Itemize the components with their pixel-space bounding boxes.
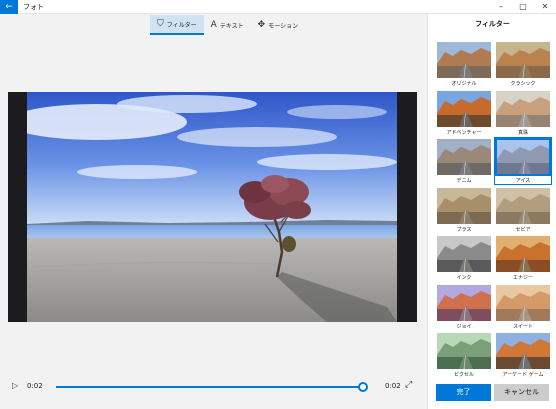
filter-thumbnail	[496, 333, 550, 369]
filter-label: オリジナル	[451, 81, 477, 87]
close-icon: ✕	[541, 2, 549, 11]
tab-text-label: テキスト	[219, 22, 244, 30]
tab-text[interactable]: A テキスト	[204, 15, 251, 35]
filter-label: ピクセル	[453, 372, 474, 378]
back-arrow-icon: ←	[5, 2, 13, 12]
filter-option-sweet[interactable]: スイート	[496, 284, 550, 330]
back-button[interactable]: ←	[0, 0, 18, 14]
done-button[interactable]: 完了	[436, 384, 491, 401]
filter-label: クラシック	[510, 81, 536, 87]
title-bar: ← フォト – □ ✕	[0, 0, 556, 14]
filter-thumbnail	[496, 284, 550, 321]
filter-thumbnail	[437, 236, 491, 272]
motion-icon: ✥	[257, 20, 266, 30]
filter-option-warm[interactable]: クラシック	[496, 42, 550, 87]
expand-icon: ⤢	[405, 380, 413, 390]
filter-label: アーケード ゲーム	[502, 372, 544, 378]
tab-motion-label: モーション	[268, 22, 299, 30]
filter-thumbnail	[437, 284, 491, 321]
filter-label: ブラス	[456, 226, 472, 233]
minimize-button[interactable]: –	[490, 0, 512, 14]
filter-thumbnail	[437, 139, 491, 175]
seek-progress	[56, 386, 363, 388]
filter-option-energy[interactable]: エナジー	[496, 236, 550, 281]
filter-option-vivid[interactable]: アドベンチャー	[437, 90, 491, 136]
minimize-icon: –	[499, 2, 503, 11]
tab-filter[interactable]: ⛉ フィルター	[150, 15, 204, 35]
filter-label: アイス	[515, 178, 531, 184]
cancel-button[interactable]: キャンセル	[494, 384, 549, 401]
filter-thumbnail	[437, 187, 491, 224]
filter-thumbnail	[496, 42, 550, 78]
filter-label: セピア	[515, 226, 531, 233]
filter-label: デニム	[456, 178, 472, 184]
filter-thumbnail	[495, 138, 551, 176]
text-icon: A	[210, 20, 217, 30]
filter-label: インク	[456, 275, 472, 281]
filter-thumbnail	[437, 90, 491, 127]
close-button[interactable]: ✕	[534, 0, 556, 14]
preview-canvas	[8, 92, 417, 322]
playback-bar: ▷ 0:02 0:02 ⤢	[0, 378, 427, 398]
maximize-icon: □	[519, 2, 527, 11]
filter-label: アドベンチャー	[446, 129, 482, 136]
filter-option-pearl[interactable]: 真珠	[496, 90, 550, 136]
filter-option-ink[interactable]: インク	[437, 236, 491, 281]
tab-filter-label: フィルター	[166, 21, 197, 29]
filter-option-arcade[interactable]: アーケード ゲーム	[496, 333, 550, 378]
filter-option-brass[interactable]: ブラス	[437, 187, 491, 233]
filter-option-normal[interactable]: オリジナル	[437, 42, 491, 87]
filter-label: スイート	[512, 323, 533, 330]
seek-thumb[interactable]	[358, 382, 368, 392]
filter-option-ice[interactable]: アイス	[494, 137, 552, 185]
seek-slider[interactable]	[56, 382, 368, 392]
panel-title: フィルター	[475, 20, 510, 28]
filter-label: 真珠	[517, 129, 528, 136]
filter-panel: フィルター オリジナル クラシックアドベンチャー 真珠デニム アイスブラス セピアインク…	[427, 14, 556, 409]
filter-label: エナジー	[512, 275, 533, 281]
preview-photo	[27, 92, 397, 322]
filter-thumbnail	[496, 187, 550, 224]
filter-label: ジョイ	[456, 323, 472, 330]
filter-option-sepia[interactable]: セピア	[496, 187, 550, 233]
filter-option-denim[interactable]: デニム	[437, 139, 491, 184]
total-time: 0:02	[385, 382, 401, 390]
maximize-button[interactable]: □	[512, 0, 534, 14]
filter-thumbnail	[496, 90, 550, 127]
play-icon: ▷	[12, 381, 19, 390]
filter-option-joy[interactable]: ジョイ	[437, 284, 491, 330]
tab-motion[interactable]: ✥ モーション	[251, 15, 305, 35]
filter-thumbnail	[437, 333, 491, 369]
expand-button[interactable]: ⤢	[405, 380, 412, 390]
filter-thumbnail	[496, 236, 550, 272]
filter-thumbnail	[437, 42, 491, 78]
play-button[interactable]: ▷	[12, 381, 18, 390]
editor-toolbar: ⛉ フィルター A テキスト ✥ モーション	[150, 15, 305, 35]
filter-option-pixel[interactable]: ピクセル	[437, 333, 491, 378]
filter-icon: ⛉	[157, 19, 164, 29]
app-title: フォト	[23, 3, 44, 11]
current-time: 0:02	[27, 382, 43, 390]
editor-area: ⛉ フィルター A テキスト ✥ モーション ▷ 0:02 0:02 ⤢	[0, 14, 427, 409]
